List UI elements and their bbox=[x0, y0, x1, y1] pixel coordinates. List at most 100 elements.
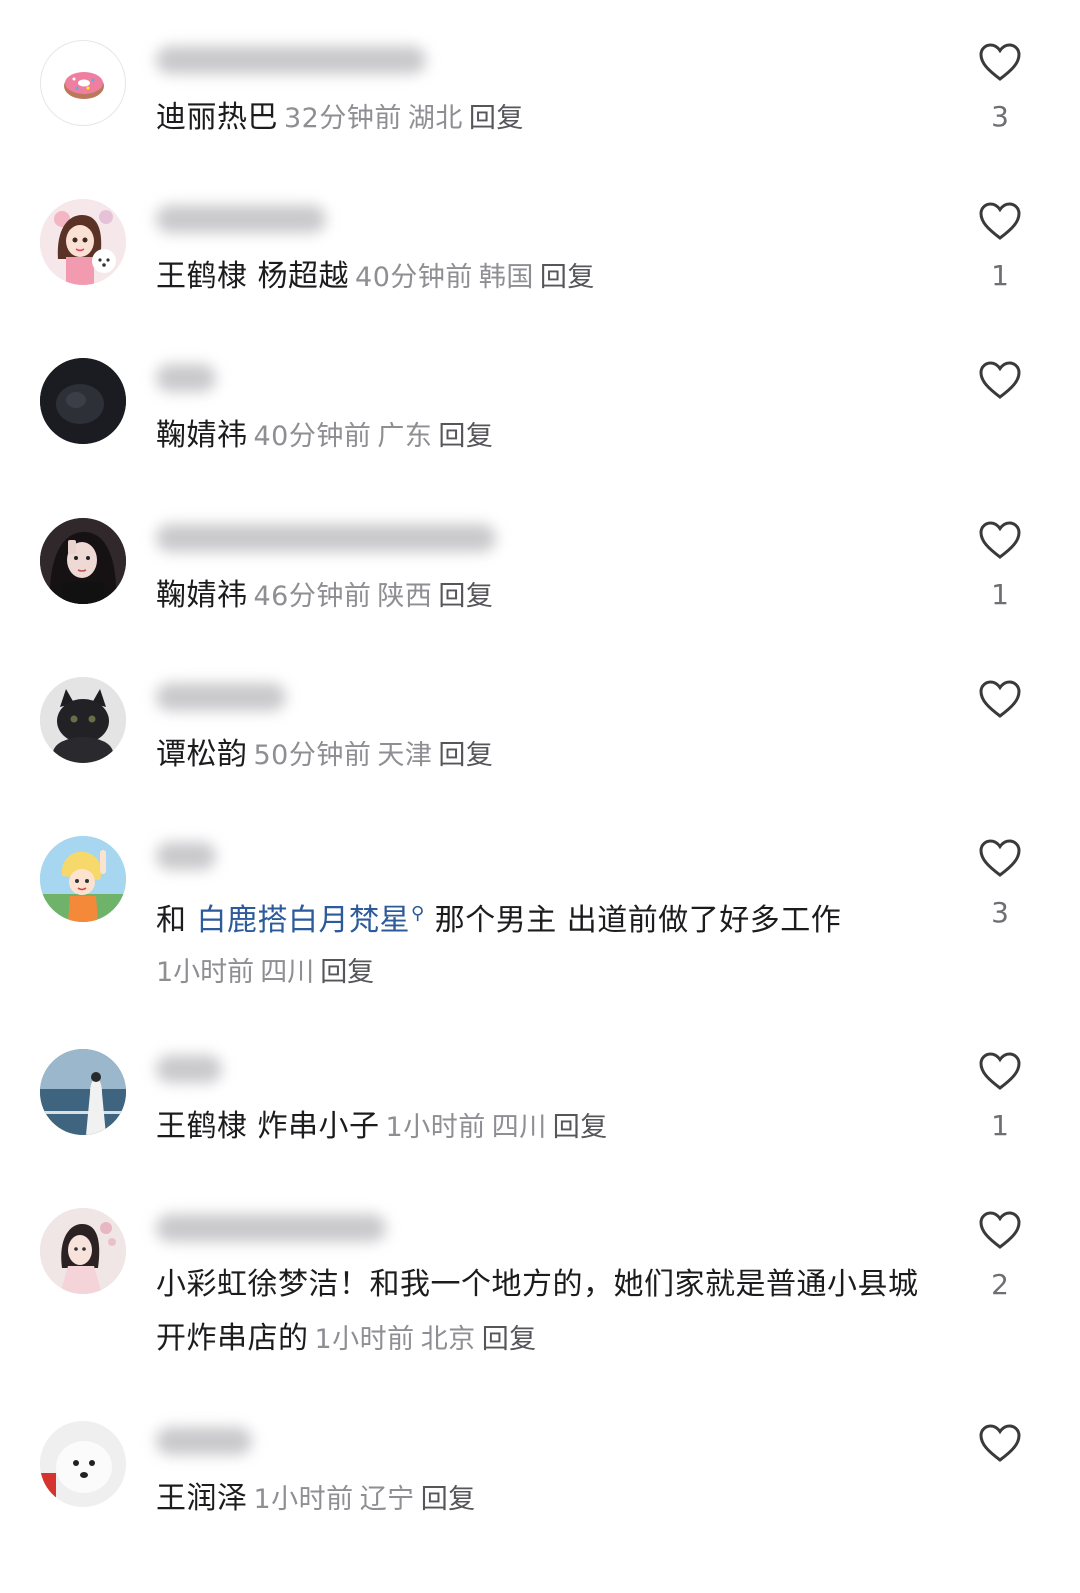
avatar[interactable] bbox=[40, 1421, 126, 1507]
comment-meta: 46分钟前 陕西 回复 bbox=[254, 581, 494, 612]
comment-text: 鞠婧祎 40分钟前 广东 回复 bbox=[156, 416, 493, 457]
like-button[interactable] bbox=[978, 360, 1022, 400]
like-button[interactable] bbox=[978, 838, 1022, 878]
heart-outline-icon bbox=[979, 1424, 1021, 1462]
reply-button[interactable]: 回复 bbox=[438, 421, 493, 452]
reply-button[interactable]: 回复 bbox=[320, 957, 374, 988]
like-button[interactable] bbox=[978, 201, 1022, 241]
username-blurred[interactable] bbox=[156, 1427, 252, 1455]
comment-text: 王鹤棣 杨超越 40分钟前 韩国 回复 bbox=[156, 257, 595, 298]
reply-button[interactable]: 回复 bbox=[438, 581, 493, 612]
like-button[interactable] bbox=[978, 520, 1022, 560]
username-blurred[interactable] bbox=[156, 205, 326, 233]
topic-link[interactable]: 白鹿搭白月梵星 bbox=[197, 903, 411, 938]
heart-outline-icon bbox=[979, 1211, 1021, 1249]
comment-prefix: 和 bbox=[156, 903, 197, 938]
avatar[interactable] bbox=[40, 677, 126, 763]
avatar[interactable] bbox=[40, 1208, 126, 1294]
comment-time: 40分钟前 bbox=[355, 262, 473, 293]
reply-button[interactable]: 回复 bbox=[438, 740, 493, 771]
heart-outline-icon bbox=[979, 361, 1021, 399]
comment-content: 王润泽 bbox=[156, 1481, 248, 1516]
sea-girl-icon bbox=[40, 1049, 126, 1135]
comment-content: 小彩虹徐梦洁！和我一个地方的，她们家就是普通小县城开炸串店的 bbox=[156, 1267, 919, 1356]
comment-text: 谭松韵 50分钟前 天津 回复 bbox=[156, 735, 493, 776]
comment-region: 辽宁 bbox=[359, 1484, 415, 1515]
avatar[interactable] bbox=[40, 836, 126, 922]
like-button[interactable] bbox=[978, 1423, 1022, 1463]
comment-suffix: 那个男主 出道前做了好多工作 bbox=[424, 903, 842, 938]
comment-region: 北京 bbox=[420, 1324, 476, 1355]
username-blurred[interactable] bbox=[156, 683, 286, 711]
avatar[interactable] bbox=[40, 358, 126, 444]
comment-meta: 50分钟前 天津 回复 bbox=[254, 740, 494, 771]
like-count: 3 bbox=[991, 100, 1009, 133]
username-blurred[interactable] bbox=[156, 524, 496, 552]
avatar[interactable] bbox=[40, 199, 126, 285]
comment-meta: 1小时前 辽宁 回复 bbox=[254, 1484, 476, 1515]
hanfu-girl-icon bbox=[40, 1208, 126, 1294]
black-cat-icon bbox=[40, 677, 126, 763]
comment-region: 陕西 bbox=[377, 581, 433, 612]
heart-outline-icon bbox=[979, 1052, 1021, 1090]
like-count: 1 bbox=[991, 578, 1009, 611]
comment-text: 和 白鹿搭白月梵星⚲ 那个男主 出道前做了好多工作 bbox=[156, 894, 841, 941]
comment-text: 小彩虹徐梦洁！和我一个地方的，她们家就是普通小县城开炸串店的 1小时前 北京 回复 bbox=[156, 1258, 946, 1367]
girl-selfie-icon bbox=[40, 518, 126, 604]
anime-kid-icon bbox=[40, 836, 126, 922]
white-dog-icon bbox=[40, 1421, 126, 1507]
comment-meta: 1小时前 北京 回复 bbox=[315, 1324, 537, 1355]
like-count: 2 bbox=[991, 1268, 1009, 1301]
heart-outline-icon bbox=[979, 839, 1021, 877]
like-count: 1 bbox=[991, 259, 1009, 292]
reply-button[interactable]: 回复 bbox=[553, 1112, 608, 1143]
reply-button[interactable]: 回复 bbox=[540, 262, 595, 293]
comment-time: 1小时前 bbox=[156, 957, 255, 988]
like-count: 3 bbox=[991, 896, 1009, 929]
comment-text: 王鹤棣 炸串小子 1小时前 四川 回复 bbox=[156, 1107, 608, 1148]
comment-time: 1小时前 bbox=[385, 1112, 486, 1143]
comment-region: 韩国 bbox=[478, 262, 534, 293]
like-button[interactable] bbox=[978, 1210, 1022, 1250]
comment-region: 天津 bbox=[377, 740, 433, 771]
username-blurred[interactable] bbox=[156, 46, 426, 74]
comment-content: 鞠婧祎 bbox=[156, 418, 248, 453]
comment-meta: 1小时前 四川 回复 bbox=[156, 950, 374, 989]
dark-pet-icon bbox=[40, 358, 126, 444]
donut-icon bbox=[64, 72, 104, 99]
comment-meta: 1小时前 四川 回复 bbox=[386, 1112, 608, 1143]
comment-time: 40分钟前 bbox=[253, 421, 372, 452]
comment-region: 四川 bbox=[491, 1112, 547, 1143]
reply-button[interactable]: 回复 bbox=[469, 103, 524, 134]
comment-time: 1小时前 bbox=[314, 1324, 415, 1355]
avatar[interactable] bbox=[40, 1049, 126, 1135]
comment-content: 鞠婧祎 bbox=[156, 578, 248, 613]
comment-text: 鞠婧祎 46分钟前 陕西 回复 bbox=[156, 576, 493, 617]
comment-time: 46分钟前 bbox=[253, 581, 372, 612]
comment-content: 王鹤棣 杨超越 bbox=[156, 259, 350, 294]
comment-content: 王鹤棣 炸串小子 bbox=[156, 1109, 380, 1144]
username-blurred[interactable] bbox=[156, 842, 216, 870]
avatar[interactable] bbox=[40, 518, 126, 604]
username-blurred[interactable] bbox=[156, 1214, 386, 1242]
like-button[interactable] bbox=[978, 42, 1022, 82]
like-count: 1 bbox=[991, 1109, 1009, 1142]
username-blurred[interactable] bbox=[156, 1055, 222, 1083]
comment-content: 谭松韵 bbox=[156, 737, 248, 772]
comment-meta: 40分钟前 韩国 回复 bbox=[355, 262, 595, 293]
comment-text: 王润泽 1小时前 辽宁 回复 bbox=[156, 1479, 476, 1520]
like-button[interactable] bbox=[978, 679, 1022, 719]
avatar[interactable] bbox=[40, 40, 126, 126]
heart-outline-icon bbox=[979, 521, 1021, 559]
reply-button[interactable]: 回复 bbox=[482, 1324, 537, 1355]
comment-text: 迪丽热巴 32分钟前 湖北 回复 bbox=[156, 98, 524, 139]
comment-meta: 40分钟前 广东 回复 bbox=[254, 421, 494, 452]
comment-content: 迪丽热巴 bbox=[156, 100, 278, 135]
comment-meta: 32分钟前 湖北 回复 bbox=[284, 103, 524, 134]
reply-button[interactable]: 回复 bbox=[421, 1484, 476, 1515]
username-blurred[interactable] bbox=[156, 364, 216, 392]
comment-time: 32分钟前 bbox=[284, 103, 402, 134]
comment-region: 四川 bbox=[260, 957, 315, 988]
like-button[interactable] bbox=[978, 1051, 1022, 1091]
search-icon: ⚲ bbox=[411, 903, 425, 924]
